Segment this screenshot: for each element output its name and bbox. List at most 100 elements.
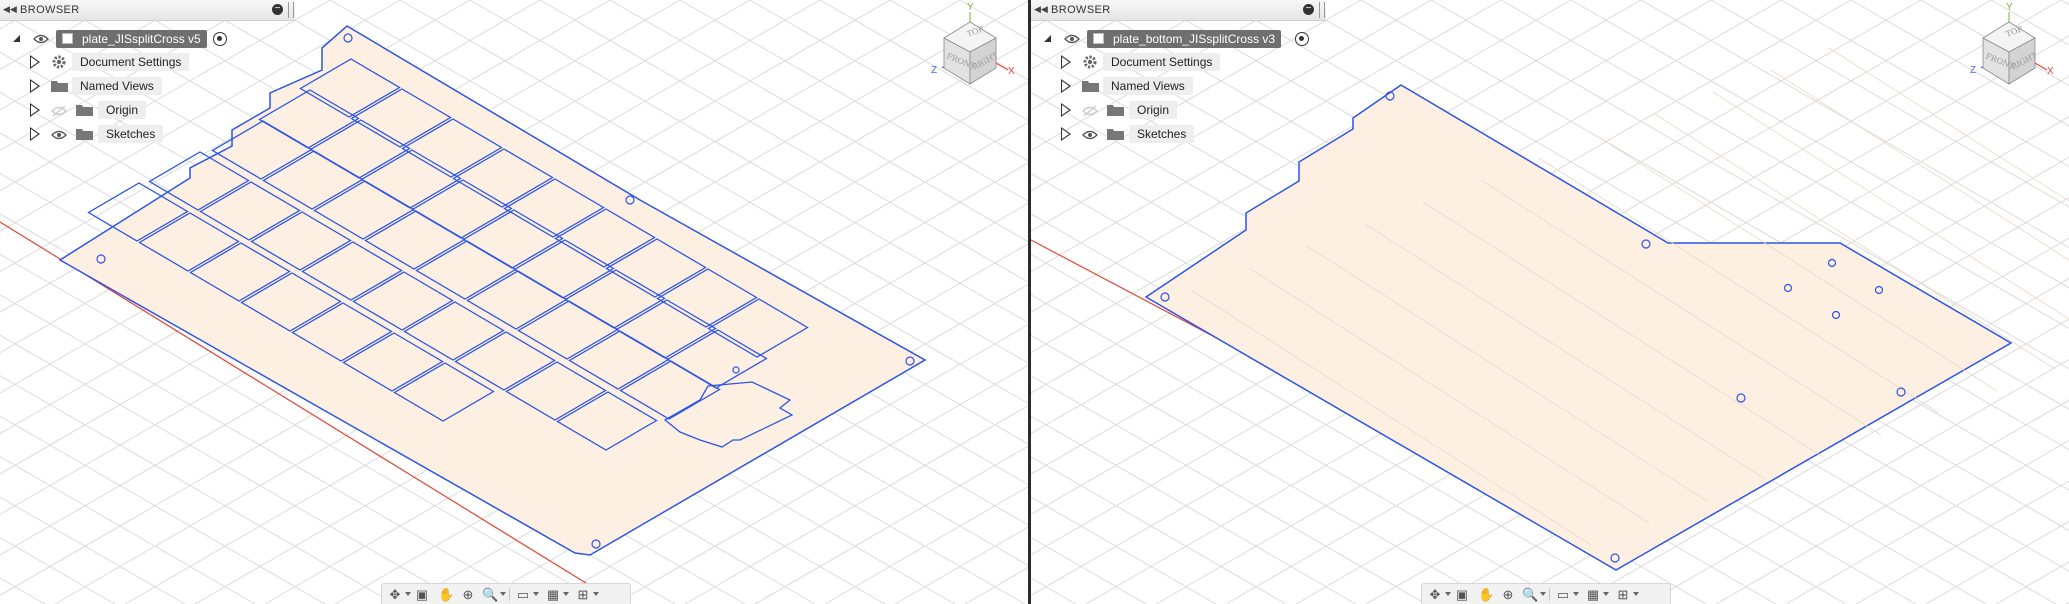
- browser-header: ◀◀ BROWSER −: [1031, 0, 1326, 21]
- expand-open-icon[interactable]: [1044, 35, 1051, 42]
- browser-item-origin[interactable]: Origin: [0, 100, 240, 122]
- chevron-down-icon[interactable]: [1573, 592, 1579, 596]
- expand-icon[interactable]: [1061, 127, 1071, 141]
- browser-item-document-settings[interactable]: Document Settings: [1031, 52, 1271, 74]
- folder-icon: [1107, 105, 1124, 116]
- component-name: plate_JISsplitCross v5: [82, 32, 201, 46]
- activate-target-icon[interactable]: [213, 32, 227, 46]
- folder-icon: [1107, 129, 1124, 140]
- fit-icon[interactable]: 🔍: [1522, 587, 1538, 602]
- minimize-icon[interactable]: −: [1303, 4, 1314, 15]
- component-label[interactable]: plate_JISsplitCross v5: [56, 30, 207, 48]
- browser-item-label: Named Views: [1103, 77, 1193, 95]
- expand-icon[interactable]: [30, 79, 40, 93]
- navigation-toolbar: ✥ ▣ ✋ ⊕ 🔍 ▭ ▦ ⊞: [381, 583, 631, 604]
- browser-item-label: Named Views: [72, 77, 162, 95]
- chevron-down-icon[interactable]: [1633, 592, 1639, 596]
- chevron-down-icon[interactable]: [1603, 592, 1609, 596]
- component-icon: [62, 33, 73, 44]
- axis-x-label: X: [2047, 66, 2054, 77]
- pan-icon[interactable]: ✋: [438, 587, 454, 602]
- display-settings-icon[interactable]: ▭: [1555, 587, 1571, 602]
- browser-panel: ◀◀ BROWSER − plate_JISsplitCross v5 Docu…: [0, 0, 295, 150]
- browser-item-named-views[interactable]: Named Views: [1031, 76, 1271, 98]
- minimize-icon[interactable]: −: [272, 4, 283, 15]
- eye-icon[interactable]: [1082, 130, 1098, 140]
- folder-icon: [51, 81, 68, 92]
- browser-root-row[interactable]: plate_bottom_JISsplitCross v3: [1031, 28, 1311, 50]
- eye-icon[interactable]: [33, 34, 49, 44]
- right-viewport[interactable]: ◀◀ BROWSER − plate_bottom_JISsplitCross …: [1031, 0, 2069, 604]
- axis-z-label: Z: [931, 65, 937, 76]
- look-at-icon[interactable]: ▣: [1454, 587, 1470, 602]
- browser-root-row[interactable]: plate_JISsplitCross v5: [0, 28, 240, 50]
- component-icon: [1093, 33, 1104, 44]
- eye-hidden-icon[interactable]: [51, 106, 67, 116]
- zoom-icon[interactable]: ⊕: [1500, 587, 1516, 602]
- chevron-down-icon[interactable]: [593, 592, 599, 596]
- axis-z-label: Z: [1970, 65, 1976, 76]
- look-at-icon[interactable]: ▣: [414, 587, 430, 602]
- browser-panel: ◀◀ BROWSER − plate_bottom_JISsplitCross …: [1031, 0, 1326, 150]
- expand-icon[interactable]: [30, 103, 40, 117]
- expand-open-icon[interactable]: [13, 35, 20, 42]
- zoom-icon[interactable]: ⊕: [460, 587, 476, 602]
- component-label[interactable]: plate_bottom_JISsplitCross v3: [1087, 30, 1282, 48]
- folder-icon: [76, 105, 93, 116]
- navigation-toolbar: ✥ ▣ ✋ ⊕ 🔍 ▭ ▦ ⊞: [1421, 583, 1671, 604]
- orbit-icon[interactable]: ✥: [1427, 587, 1443, 602]
- browser-item-label: Origin: [98, 101, 147, 119]
- view-cube[interactable]: TOP FRONT RIGHT Y X Z: [1967, 0, 2067, 95]
- gear-icon: [52, 55, 66, 69]
- pan-icon[interactable]: ✋: [1478, 587, 1494, 602]
- browser-item-label: Sketches: [1129, 125, 1195, 143]
- browser-item-sketches[interactable]: Sketches: [1031, 124, 1271, 146]
- browser-item-label: Origin: [1129, 101, 1178, 119]
- browser-header: ◀◀ BROWSER −: [0, 0, 295, 21]
- left-viewport[interactable]: ◀◀ BROWSER − plate_JISsplitCross v5 Docu…: [0, 0, 1028, 604]
- viewports-icon[interactable]: ⊞: [575, 587, 591, 602]
- activate-target-icon[interactable]: [1295, 32, 1309, 46]
- browser-item-label: Sketches: [98, 125, 164, 143]
- expand-icon[interactable]: [30, 55, 40, 69]
- grid-settings-icon[interactable]: ▦: [545, 587, 561, 602]
- eye-icon[interactable]: [1064, 34, 1080, 44]
- chevron-down-icon[interactable]: [405, 592, 411, 596]
- folder-icon: [1082, 81, 1099, 92]
- grid-settings-icon[interactable]: ▦: [1585, 587, 1601, 602]
- fit-icon[interactable]: 🔍: [482, 587, 498, 602]
- expand-icon[interactable]: [1061, 79, 1071, 93]
- view-cube[interactable]: TOP FRONT RIGHT Y X Z: [928, 0, 1028, 95]
- chevron-down-icon[interactable]: [563, 592, 569, 596]
- axis-y-label: Y: [2006, 2, 2013, 13]
- expand-icon[interactable]: [1061, 55, 1071, 69]
- resize-grip-icon[interactable]: [1319, 2, 1325, 18]
- browser-title: BROWSER: [20, 4, 80, 16]
- axis-y-label: Y: [967, 2, 974, 13]
- browser-item-label: Document Settings: [72, 53, 190, 71]
- resize-grip-icon[interactable]: [288, 2, 294, 18]
- chevron-down-icon[interactable]: [1445, 592, 1451, 596]
- eye-icon[interactable]: [51, 130, 67, 140]
- expand-icon[interactable]: [30, 127, 40, 141]
- browser-title: BROWSER: [1051, 4, 1111, 16]
- browser-item-origin[interactable]: Origin: [1031, 100, 1271, 122]
- gear-icon: [1083, 55, 1097, 69]
- axis-x-label: X: [1008, 66, 1015, 77]
- collapse-icon[interactable]: ◀◀: [3, 4, 17, 15]
- eye-hidden-icon[interactable]: [1082, 106, 1098, 116]
- collapse-icon[interactable]: ◀◀: [1034, 4, 1048, 15]
- browser-item-label: Document Settings: [1103, 53, 1221, 71]
- browser-item-sketches[interactable]: Sketches: [0, 124, 240, 146]
- browser-item-named-views[interactable]: Named Views: [0, 76, 240, 98]
- orbit-icon[interactable]: ✥: [387, 587, 403, 602]
- component-name: plate_bottom_JISsplitCross v3: [1113, 32, 1276, 46]
- folder-icon: [76, 129, 93, 140]
- expand-icon[interactable]: [1061, 103, 1071, 117]
- chevron-down-icon[interactable]: [500, 592, 506, 596]
- chevron-down-icon[interactable]: [533, 592, 539, 596]
- chevron-down-icon[interactable]: [1540, 592, 1546, 596]
- browser-item-document-settings[interactable]: Document Settings: [0, 52, 240, 74]
- display-settings-icon[interactable]: ▭: [515, 587, 531, 602]
- viewports-icon[interactable]: ⊞: [1615, 587, 1631, 602]
